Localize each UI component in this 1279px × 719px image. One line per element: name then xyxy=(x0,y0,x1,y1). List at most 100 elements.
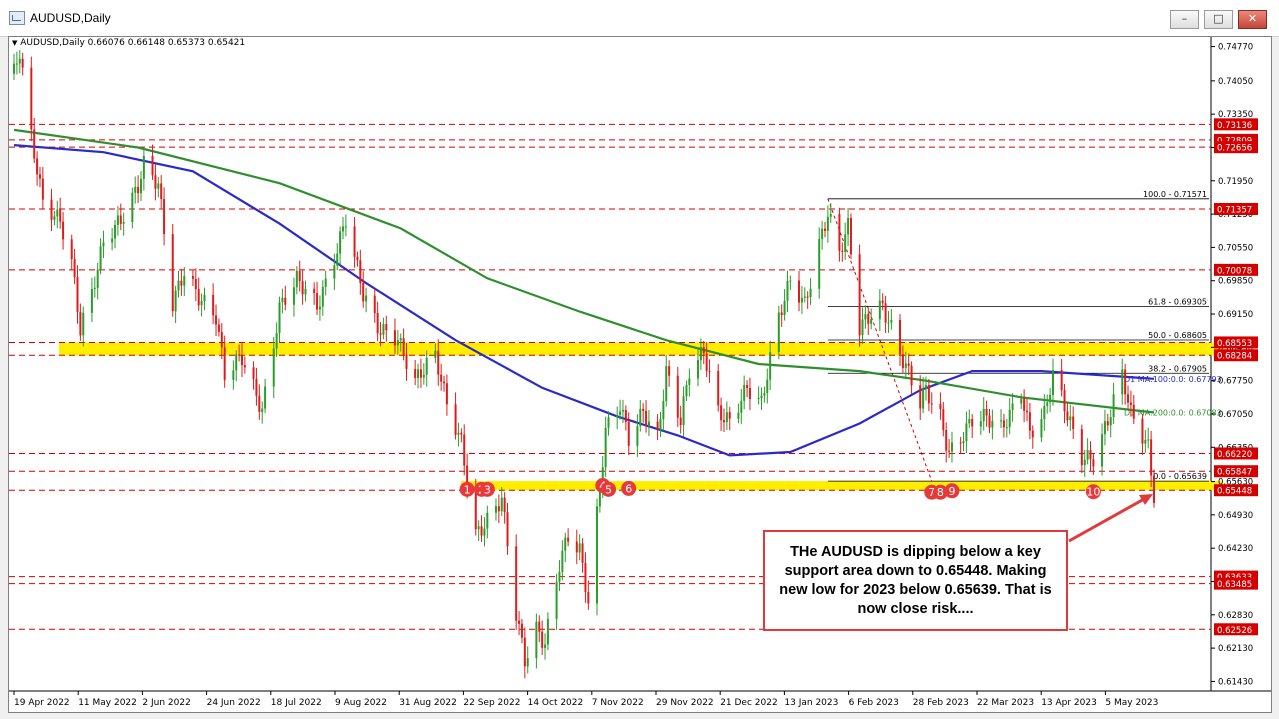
candle-body xyxy=(971,418,974,427)
candle-body xyxy=(177,280,180,291)
candle-body xyxy=(379,333,382,335)
candle-body xyxy=(494,506,497,513)
candle-body xyxy=(1109,417,1112,426)
annotation-arrow xyxy=(1068,497,1146,543)
candle-body xyxy=(362,282,365,302)
candle-body xyxy=(800,297,803,303)
price-chart[interactable]: 100.0 - 0.71571 61.8 - 0.69305 50.0 - 0.68… xyxy=(9,37,1271,712)
candle-body xyxy=(564,537,567,551)
candle-body xyxy=(939,403,942,410)
candle-body xyxy=(197,289,200,306)
candle-body xyxy=(157,183,160,189)
candle-body xyxy=(904,363,907,369)
candle-body xyxy=(769,352,772,380)
candle-body xyxy=(33,129,36,159)
candle-body xyxy=(925,385,927,389)
touch-marker-label: 3 xyxy=(484,483,491,496)
candle-body xyxy=(272,348,275,387)
x-tick-label: 5 May 2023 xyxy=(1105,698,1158,708)
maximize-button[interactable]: □ xyxy=(1204,10,1233,29)
x-tick-label: 11 May 2022 xyxy=(78,698,137,708)
candle-body xyxy=(1083,459,1086,466)
support-zone xyxy=(59,342,1223,356)
level-price-label: 0.63485 xyxy=(1217,580,1252,590)
candle-body xyxy=(697,360,699,379)
candle-body xyxy=(56,209,59,217)
candle-body xyxy=(163,199,166,235)
candle-body xyxy=(1066,411,1069,421)
candle-body xyxy=(829,214,832,217)
chart-window-icon xyxy=(9,11,25,25)
level-price-label: 0.73136 xyxy=(1217,121,1252,131)
candle-body xyxy=(417,369,420,379)
candle-body xyxy=(558,571,561,582)
candle-body xyxy=(365,295,368,302)
candle-body xyxy=(584,562,587,593)
candle-body xyxy=(1043,405,1046,420)
collapse-triangle-icon[interactable]: ▼ xyxy=(12,39,17,47)
candle-body xyxy=(1031,430,1034,438)
minimize-button[interactable]: – xyxy=(1170,10,1199,29)
y-tick-label: 0.67050 xyxy=(1218,410,1253,420)
symbol-ohlc-info: ▼ AUDUSD,Daily 0.66076 0.66148 0.65373 0… xyxy=(12,38,245,48)
candle-body xyxy=(627,421,630,446)
candle-body xyxy=(621,409,624,412)
candle-body xyxy=(142,155,145,179)
candle-body xyxy=(41,178,44,200)
chart-area[interactable]: 100.0 - 0.71571 61.8 - 0.69305 50.0 - 0.68… xyxy=(8,36,1272,713)
y-tick-label: 0.62130 xyxy=(1218,644,1253,654)
candle-body xyxy=(122,222,125,224)
candle-body xyxy=(275,333,278,349)
candle-body xyxy=(561,550,564,572)
candle-body xyxy=(798,280,801,303)
x-tick-label: 13 Jan 2023 xyxy=(784,698,838,708)
x-tick-label: 29 Nov 2022 xyxy=(656,698,714,708)
y-tick-label: 0.62830 xyxy=(1218,611,1253,621)
candle-body xyxy=(881,300,884,304)
candle-body xyxy=(818,238,821,289)
x-tick-label: 7 Nov 2022 xyxy=(592,698,644,708)
candle-body xyxy=(699,346,702,361)
candle-body xyxy=(73,259,76,278)
candle-body xyxy=(1005,427,1008,429)
candle-body xyxy=(988,415,991,428)
candle-body xyxy=(910,365,913,386)
candle-body xyxy=(437,350,440,375)
candle-body xyxy=(454,404,457,435)
candle-body xyxy=(36,158,39,175)
candle-body xyxy=(1028,412,1031,431)
close-button[interactable]: ✕ xyxy=(1238,10,1267,29)
candle-body xyxy=(659,419,662,430)
candle-body xyxy=(624,409,627,422)
ma100-label: D1 MA:100:0.0: 0.67793 xyxy=(1124,375,1222,384)
candle-body xyxy=(194,278,197,290)
candle-body xyxy=(907,363,910,366)
candle-body xyxy=(284,297,287,305)
candle-body xyxy=(535,621,538,659)
candle-body xyxy=(261,408,264,412)
candle-body xyxy=(809,288,812,298)
y-tick-label: 0.61430 xyxy=(1218,677,1253,687)
candle-body xyxy=(1141,418,1144,444)
candle-body xyxy=(445,383,448,405)
candle-body xyxy=(587,592,590,604)
x-tick-label: 2 Jun 2022 xyxy=(142,698,190,708)
touch-marker-label: 8 xyxy=(937,486,944,499)
candle-body xyxy=(399,338,402,341)
candle-body xyxy=(743,385,746,401)
candle-body xyxy=(139,178,142,194)
candle-body xyxy=(90,288,93,313)
candle-body xyxy=(30,67,33,130)
candle-body xyxy=(1049,395,1052,403)
candle-body xyxy=(212,294,215,316)
candle-body xyxy=(301,281,304,295)
candle-body xyxy=(607,417,610,428)
candle-body xyxy=(200,301,203,306)
candle-body xyxy=(21,58,24,68)
candle-body xyxy=(238,354,241,356)
candle-body xyxy=(220,331,223,348)
candle-body xyxy=(555,581,558,619)
candle-body xyxy=(682,396,685,426)
candle-body xyxy=(746,385,749,388)
candle-body xyxy=(1046,402,1049,406)
